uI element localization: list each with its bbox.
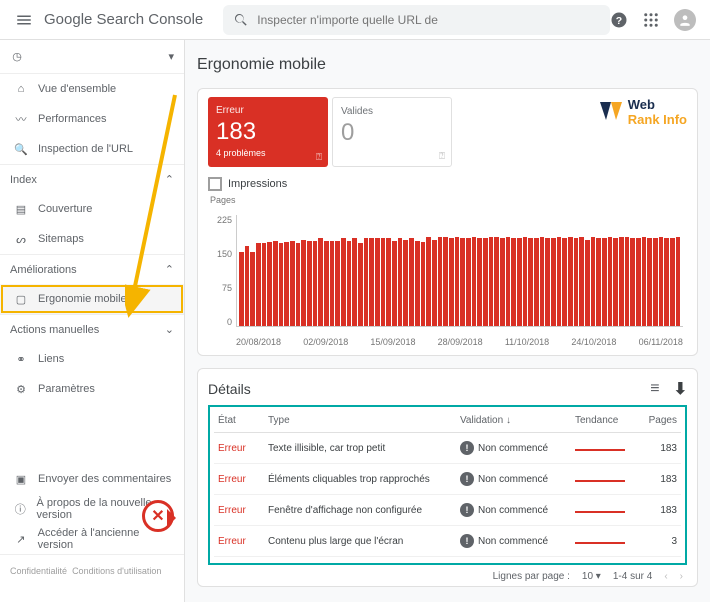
- filter-icon[interactable]: ≡: [650, 380, 659, 398]
- table-row[interactable]: ErreurÉléments cliquables trop rapproché…: [214, 464, 681, 495]
- url-search-input[interactable]: [257, 13, 600, 27]
- sidebar-section-enhancements[interactable]: Améliorations⌃: [0, 254, 184, 284]
- apps-icon[interactable]: [642, 11, 660, 29]
- sidebar-item-mobile-usability[interactable]: ▢Ergonomie mobile: [0, 284, 184, 314]
- impressions-toggle[interactable]: Impressions: [208, 177, 687, 191]
- error-tile[interactable]: Erreur 183 4 problèmes ⍰: [208, 97, 328, 167]
- sidebar-item-url-inspection[interactable]: 🔍Inspection de l'URL: [0, 134, 184, 164]
- account-avatar[interactable]: [674, 9, 696, 31]
- table-row[interactable]: ErreurContenu plus large que l'écran!Non…: [214, 526, 681, 557]
- valid-tile[interactable]: Valides 0 ⍰: [332, 97, 452, 167]
- sidebar-item-coverage[interactable]: ▤Couverture: [0, 194, 184, 224]
- svg-text:?: ?: [616, 14, 622, 26]
- details-title: Détails: [208, 381, 251, 397]
- page-next-icon[interactable]: ›: [680, 571, 683, 582]
- checkbox-icon[interactable]: [208, 177, 222, 191]
- sidebar-item-settings[interactable]: ⚙Paramètres: [0, 374, 184, 404]
- help-icon[interactable]: ?: [610, 11, 628, 29]
- sidebar-item-sitemaps[interactable]: ᔕSitemaps: [0, 224, 184, 254]
- search-icon: [233, 12, 249, 28]
- logo: Google Search Console: [44, 11, 203, 28]
- sidebar-item-overview[interactable]: ⌂Vue d'ensemble: [0, 74, 184, 104]
- table-row[interactable]: ErreurTexte illisible, car trop petit!No…: [214, 433, 681, 464]
- sidebar-section-index[interactable]: Index⌃: [0, 164, 184, 194]
- url-search[interactable]: [223, 5, 610, 35]
- content-area: Ergonomie mobile Erreur 183 4 problèmes …: [185, 40, 710, 602]
- help-icon[interactable]: ⍰: [439, 151, 445, 162]
- app-header: Google Search Console ?: [0, 0, 710, 40]
- sidebar-section-manual-actions[interactable]: Actions manuelles⌄: [0, 314, 184, 344]
- issues-table: État Type Validation ↓ Tendance Pages Er…: [214, 409, 681, 557]
- download-icon[interactable]: ⬇: [674, 379, 687, 399]
- page-prev-icon[interactable]: ‹: [664, 571, 667, 582]
- chart: 225150750 20/08/201802/09/201815/09/2018…: [208, 205, 687, 355]
- table-pager: Lignes par page : 10 ▾ 1-4 sur 4 ‹ ›: [208, 565, 687, 582]
- brand-logo: WebRank Info: [598, 97, 687, 127]
- page-title: Ergonomie mobile: [197, 52, 698, 78]
- help-icon[interactable]: ⍰: [316, 152, 322, 163]
- summary-card: Erreur 183 4 problèmes ⍰ Valides 0 ⍰ Web…: [197, 88, 698, 356]
- annotation-error-badge: ✕: [142, 500, 174, 532]
- menu-icon[interactable]: [8, 4, 40, 36]
- sidebar-item-links[interactable]: ⚭Liens: [0, 344, 184, 374]
- sidebar-item-feedback[interactable]: ▣Envoyer des commentaires: [0, 464, 184, 494]
- sidebar-footer: Confidentialité Conditions d'utilisation: [0, 554, 184, 578]
- table-row[interactable]: ErreurFenêtre d'affichage non configurée…: [214, 495, 681, 526]
- rows-per-page-select[interactable]: 10 ▾: [582, 571, 601, 582]
- details-card: Détails ≡ ⬇ État Type Validation ↓ Tenda…: [197, 368, 698, 587]
- sidebar-item-performance[interactable]: 〰Performances: [0, 104, 184, 134]
- property-selector[interactable]: ◷▾: [0, 40, 184, 74]
